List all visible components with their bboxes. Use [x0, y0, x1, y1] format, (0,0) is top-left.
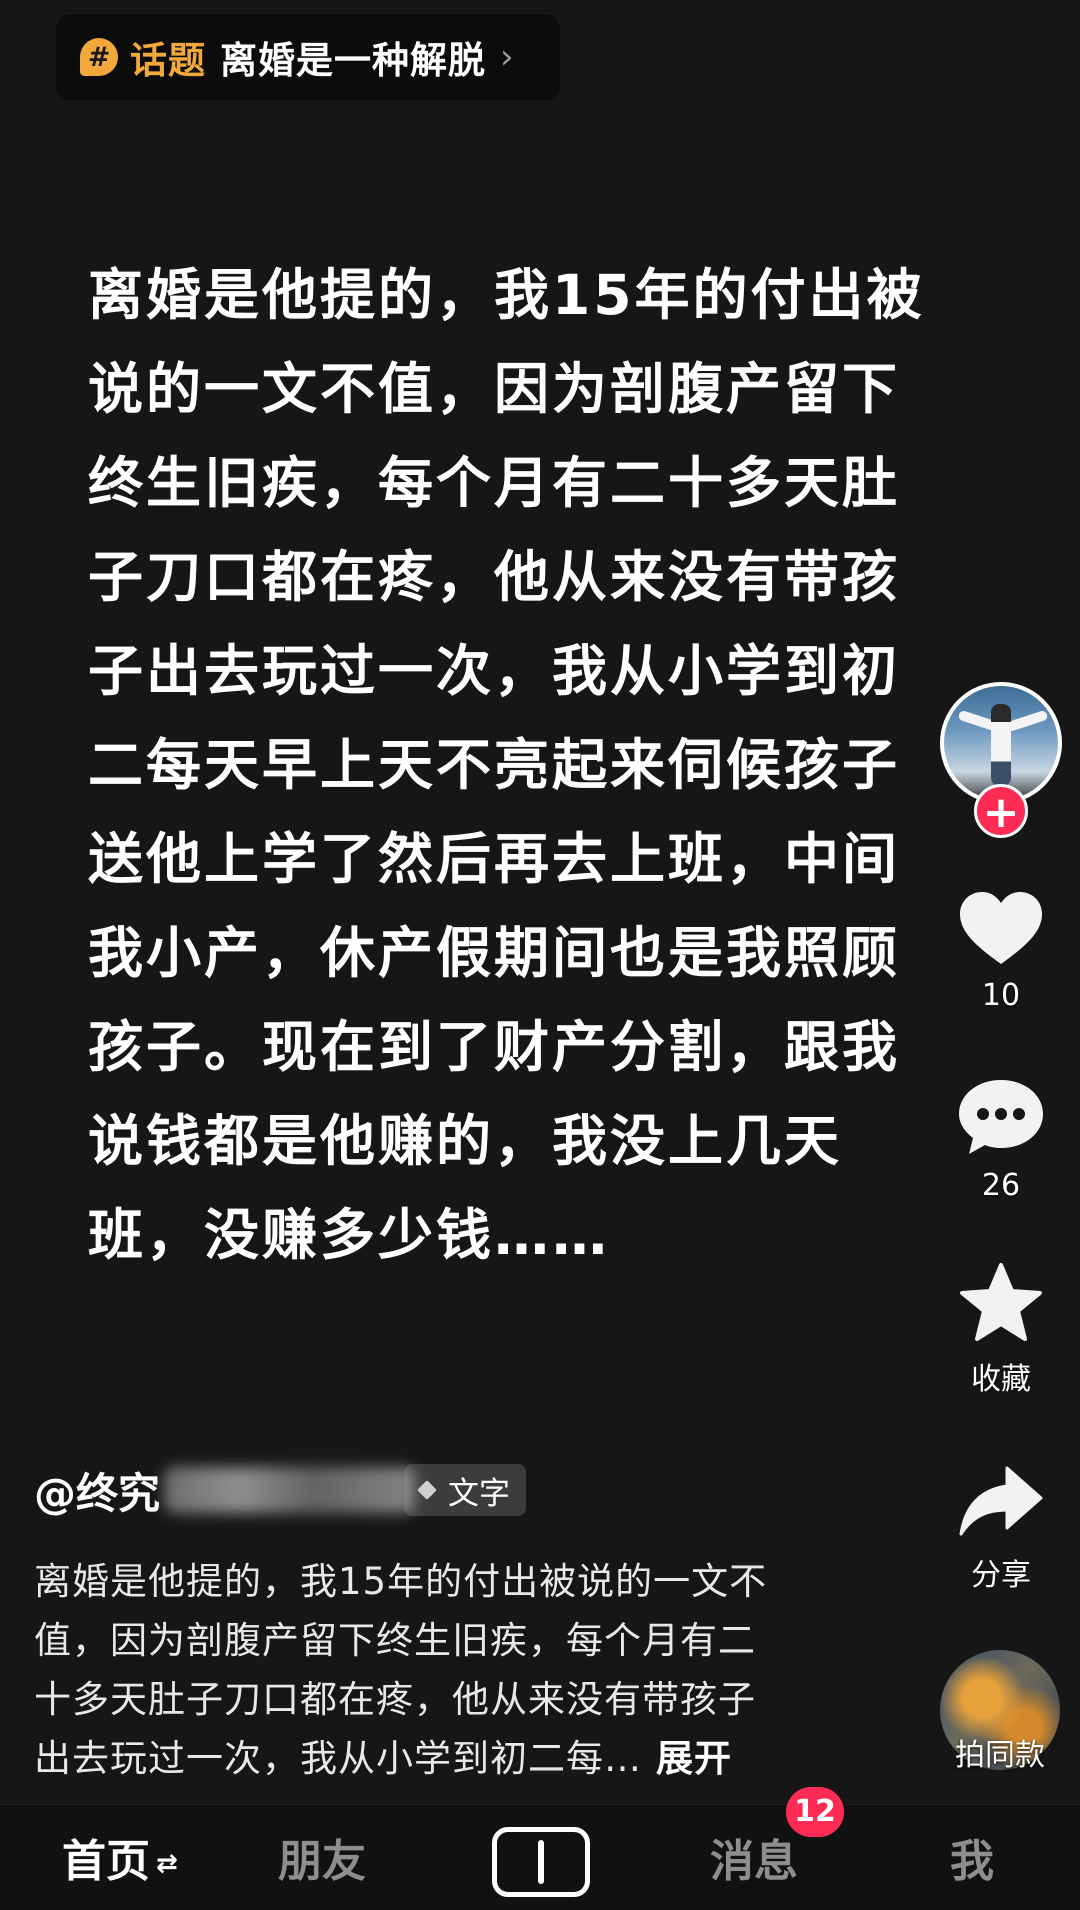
nav-friends[interactable]: 朋友 [278, 1825, 366, 1889]
share-arrow-icon [940, 1464, 1062, 1540]
main-text-line: 班，没赚多少钱…… [88, 1203, 611, 1267]
like-button[interactable]: 10 [940, 888, 1062, 1013]
main-text-line: 子出去玩过一次，我从小学到初 [88, 639, 901, 703]
caption-line: 值，因为剖腹产留下终生旧疾，每个月有二 [34, 1619, 756, 1662]
comment-icon [940, 1076, 1062, 1158]
star-icon [940, 1262, 1062, 1344]
create-post-button[interactable] [492, 1827, 590, 1897]
caption-line-text: 出去玩过一次，我从小学到初二每… [34, 1737, 642, 1780]
post-main-text: 离婚是他提的，我15年的付出被 说的一文不值，因为剖腹产留下 终生旧疾，每个月有… [88, 248, 958, 1282]
chevron-right-icon: › [500, 37, 514, 77]
author-name-blurred [164, 1467, 415, 1513]
caption-line: 十多天肚子刀口都在疼，他从来没有带孩子 [34, 1678, 756, 1721]
messages-badge: 12 [786, 1787, 844, 1837]
favorite-button[interactable]: 收藏 [940, 1262, 1062, 1398]
main-text-line: 说钱都是他赚的，我没上几天 [88, 1109, 843, 1173]
like-count: 10 [981, 978, 1021, 1013]
text-mode-tag-label: 文字 [448, 1475, 511, 1512]
author-name[interactable]: @终究 [34, 1460, 160, 1521]
author-row: @终究 文字 [34, 1460, 527, 1521]
topic-name: 离婚是一种解脱 [220, 39, 486, 82]
heart-icon [940, 888, 1062, 968]
main-text-line: 子刀口都在疼，他从来没有带孩 [88, 545, 901, 609]
caption-line-last: 出去玩过一次，我从小学到初二每… 展开 [34, 1729, 834, 1788]
post-caption[interactable]: 离婚是他提的，我15年的付出被说的一文不 值，因为剖腹产留下终生旧疾，每个月有二… [34, 1552, 834, 1788]
nav-home-label: 首页 [62, 1836, 150, 1887]
text-mode-tag: 文字 [404, 1464, 527, 1516]
expand-button[interactable]: 展开 [656, 1737, 732, 1780]
avatar-figure [991, 704, 1011, 786]
comment-count: 26 [981, 1168, 1021, 1203]
swap-icon: ⇄ [156, 1849, 178, 1879]
tag-icon [417, 1480, 437, 1500]
caption-line: 离婚是他提的，我15年的付出被说的一文不 [34, 1560, 768, 1603]
comment-button[interactable]: 26 [940, 1076, 1062, 1203]
same-style-label: 拍同款 [955, 1738, 1045, 1773]
nav-home[interactable]: 首页 ⇄ [62, 1825, 178, 1889]
bottom-nav: 首页 ⇄ 朋友 消息 12 我 [0, 1787, 1080, 1910]
topic-chip[interactable]: # 话题 离婚是一种解脱 › [56, 14, 560, 100]
plus-icon [538, 1840, 544, 1884]
avatar-figure-arm [1005, 709, 1049, 733]
nav-messages[interactable]: 消息 [710, 1825, 798, 1889]
main-text-line: 离婚是他提的，我15年的付出被 [88, 263, 925, 327]
hashtag-icon: # [80, 38, 118, 76]
video-screen: # 话题 离婚是一种解脱 › 离婚是他提的，我15年的付出被 说的一文不值，因为… [0, 0, 1080, 1910]
main-text-line: 孩子。现在到了财产分割，跟我 [88, 1015, 901, 1079]
main-text-line: 送他上学了然后再去上班，中间 [88, 827, 901, 891]
main-text-line: 二每天早上天不亮起来伺候孩子 [88, 733, 901, 797]
main-text-line: 说的一文不值，因为剖腹产留下 [88, 357, 901, 421]
share-label: 分享 [971, 1558, 1031, 1593]
main-text-line: 终生旧疾，每个月有二十多天肚 [88, 451, 901, 515]
follow-button[interactable]: + [974, 784, 1028, 838]
main-text-line: 我小产，休产假期间也是我照顾 [88, 921, 901, 985]
favorite-label: 收藏 [971, 1362, 1031, 1397]
topic-label: 话题 [130, 39, 206, 82]
nav-me[interactable]: 我 [950, 1825, 994, 1889]
share-button[interactable]: 分享 [940, 1464, 1062, 1594]
